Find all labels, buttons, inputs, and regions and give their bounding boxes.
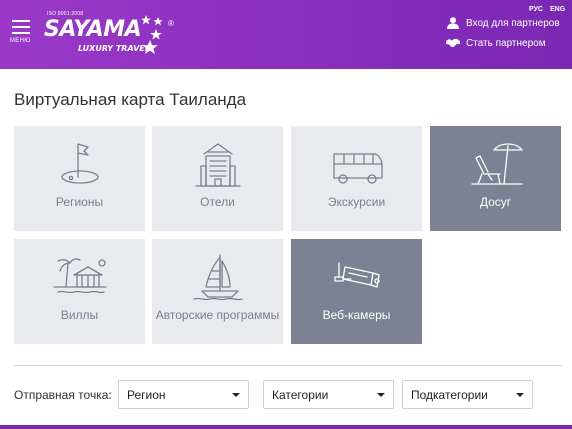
tile-leisure[interactable]: Досуг bbox=[430, 126, 561, 231]
beach-chair-umbrella-icon bbox=[470, 143, 523, 185]
golf-flag-icon bbox=[60, 143, 99, 184]
webcam-icon bbox=[333, 262, 380, 288]
subcategories-select[interactable]: Подкатегории bbox=[402, 380, 533, 409]
divider bbox=[14, 365, 562, 366]
caret-down-icon bbox=[516, 393, 524, 397]
lang-en-link[interactable]: ENG bbox=[550, 6, 565, 13]
villa-pagoda-icon bbox=[52, 258, 107, 294]
caret-down-icon bbox=[232, 393, 240, 397]
lang-ru-link[interactable]: РУС bbox=[529, 6, 543, 13]
tile-label: Виллы bbox=[60, 308, 99, 322]
categories-select[interactable]: Категории bbox=[263, 380, 394, 409]
handshake-icon bbox=[446, 39, 460, 47]
start-point-label: Отправная точка: bbox=[14, 388, 112, 402]
categories-select-value: Категории bbox=[272, 388, 329, 402]
become-partner-label: Стать партнером bbox=[466, 37, 546, 49]
region-select[interactable]: Регион bbox=[118, 380, 249, 409]
page-title: Виртуальная карта Таиланда bbox=[14, 90, 247, 109]
tile-villas[interactable]: Виллы bbox=[14, 239, 145, 344]
hotel-building-icon bbox=[194, 143, 241, 187]
tile-label: Веб-камеры bbox=[322, 308, 391, 322]
tile-author-programs[interactable]: Авторские программы bbox=[152, 239, 283, 344]
user-icon bbox=[447, 17, 459, 29]
hamburger-bar bbox=[12, 26, 30, 28]
partner-login-link[interactable]: Вход для партнеров bbox=[446, 17, 560, 29]
site-header: МЕНЮ ISO 9001:2008 SAYAMA LUXURY TRAVEL … bbox=[0, 0, 572, 69]
tile-label: Отели bbox=[200, 195, 235, 209]
partner-login-label: Вход для партнеров bbox=[466, 17, 560, 29]
hamburger-bar bbox=[12, 32, 30, 34]
logo-brand: SAYAMA bbox=[44, 17, 142, 42]
tile-label: Досуг bbox=[479, 195, 512, 209]
sayama-logo[interactable]: ISO 9001:2008 SAYAMA LUXURY TRAVEL ® bbox=[44, 11, 179, 57]
sailboat-icon bbox=[192, 254, 243, 301]
menu-button[interactable]: МЕНЮ bbox=[10, 20, 36, 50]
tile-label: Экскурсии bbox=[327, 195, 386, 209]
region-select-value: Регион bbox=[127, 388, 166, 402]
become-partner-link[interactable]: Стать партнером bbox=[446, 37, 546, 49]
tile-regions[interactable]: Регионы bbox=[14, 126, 145, 231]
tile-hotels[interactable]: Отели bbox=[152, 126, 283, 231]
map-preview-strip bbox=[0, 425, 572, 429]
tile-label: Авторские программы bbox=[155, 308, 280, 322]
bus-icon bbox=[332, 153, 383, 184]
subcategories-select-value: Подкатегории bbox=[411, 388, 488, 402]
tile-label: Регионы bbox=[55, 195, 104, 209]
caret-down-icon bbox=[377, 393, 385, 397]
hamburger-icon bbox=[12, 20, 30, 22]
tile-excursions[interactable]: Экскурсии bbox=[291, 126, 422, 231]
registered-mark: ® bbox=[168, 19, 174, 28]
tile-webcams[interactable]: Веб-камеры bbox=[291, 239, 422, 344]
menu-label: МЕНЮ bbox=[10, 38, 31, 44]
